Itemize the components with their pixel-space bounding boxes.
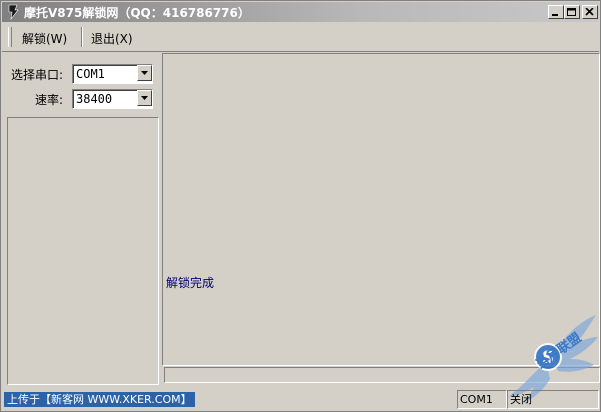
status-port: COM1 [457, 390, 507, 409]
minimize-button[interactable] [548, 5, 564, 19]
title-bar[interactable]: 摩托V875解锁网（QQ：416786776） [2, 2, 599, 22]
maximize-button[interactable] [564, 5, 580, 19]
port-label: 选择串口: [11, 68, 64, 82]
maximize-icon [567, 8, 576, 16]
menu-exit[interactable]: 退出(X) [91, 30, 133, 47]
settings-panel: 选择串口: COM1 速率: 38400 [4, 54, 158, 117]
port-select[interactable]: COM1 [72, 64, 153, 84]
close-button[interactable] [582, 5, 598, 19]
status-connection: 关闭 [507, 390, 599, 409]
app-icon [8, 4, 19, 20]
window-title: 摩托V875解锁网（QQ：416786776） [24, 6, 250, 20]
menu-unlock[interactable]: 解锁(W) [22, 30, 67, 47]
port-select-value: COM1 [76, 67, 105, 81]
baud-label: 速率: [35, 93, 64, 107]
unlock-result-message: 解锁完成 [166, 276, 215, 290]
minimize-icon [552, 14, 558, 16]
baud-select-value: 38400 [76, 92, 113, 106]
baud-dropdown-button[interactable] [137, 90, 152, 106]
baud-select[interactable]: 38400 [72, 89, 153, 109]
port-dropdown-button[interactable] [137, 65, 152, 81]
menu-grip [8, 27, 12, 47]
menu-separator [81, 27, 83, 47]
main-window: 摩托V875解锁网（QQ：416786776） 解锁(W) 退出(X) 选择串口… [0, 0, 601, 412]
dropdown-arrow-icon [141, 71, 148, 75]
left-list-panel [7, 117, 159, 385]
status-bar: 上传于【新客网 WWW.XKER.COM】 COM1 关闭 [2, 389, 599, 410]
dropdown-arrow-icon [141, 96, 148, 100]
close-icon [585, 8, 594, 16]
upload-note: 上传于【新客网 WWW.XKER.COM】 [4, 392, 195, 407]
menu-bar: 解锁(W) 退出(X) [2, 23, 599, 52]
